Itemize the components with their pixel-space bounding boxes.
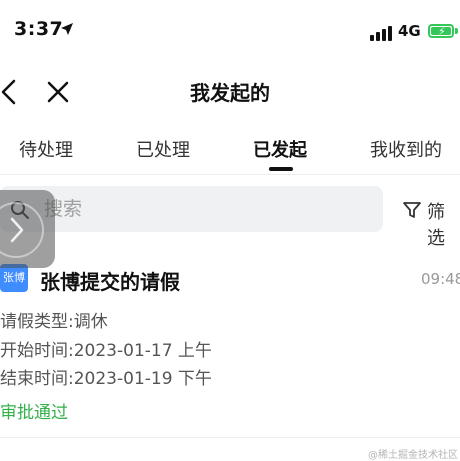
tab-processed[interactable]: 已处理 — [136, 136, 190, 162]
end-time: 结束时间:2023-01-19 下午 — [0, 369, 212, 389]
battery-charging-icon: ⚡ — [428, 24, 454, 38]
filter-icon[interactable] — [402, 200, 422, 220]
request-time: 09:48 — [421, 270, 460, 288]
filter-button[interactable]: 筛选 — [427, 198, 460, 250]
tab-initiated[interactable]: 已发起 — [253, 136, 307, 162]
tabs-divider — [0, 174, 460, 175]
status-time: 3:37 — [14, 18, 64, 40]
tab-pending[interactable]: 待处理 — [19, 136, 73, 162]
floating-back-button[interactable] — [0, 190, 55, 268]
watermark: @稀土掘金技术社区 — [368, 450, 458, 461]
start-time: 开始时间:2023-01-17 上午 — [0, 341, 212, 361]
tab-received[interactable]: 我收到的 — [370, 136, 442, 162]
active-tab-indicator — [269, 167, 293, 171]
network-type: 4G — [398, 22, 421, 40]
request-title[interactable]: 张博提交的请假 — [40, 266, 180, 295]
search-input[interactable] — [44, 194, 364, 224]
signal-bars-icon — [370, 25, 392, 41]
list-divider — [0, 437, 460, 438]
status-badge: 审批通过 — [0, 403, 68, 423]
page-title: 我发起的 — [190, 81, 270, 105]
leave-type: 请假类型:调休 — [0, 312, 108, 332]
avatar: 张博 — [0, 264, 28, 292]
battery-cap — [455, 28, 458, 34]
location-arrow-icon — [61, 23, 73, 35]
chevron-right-icon — [10, 217, 24, 243]
